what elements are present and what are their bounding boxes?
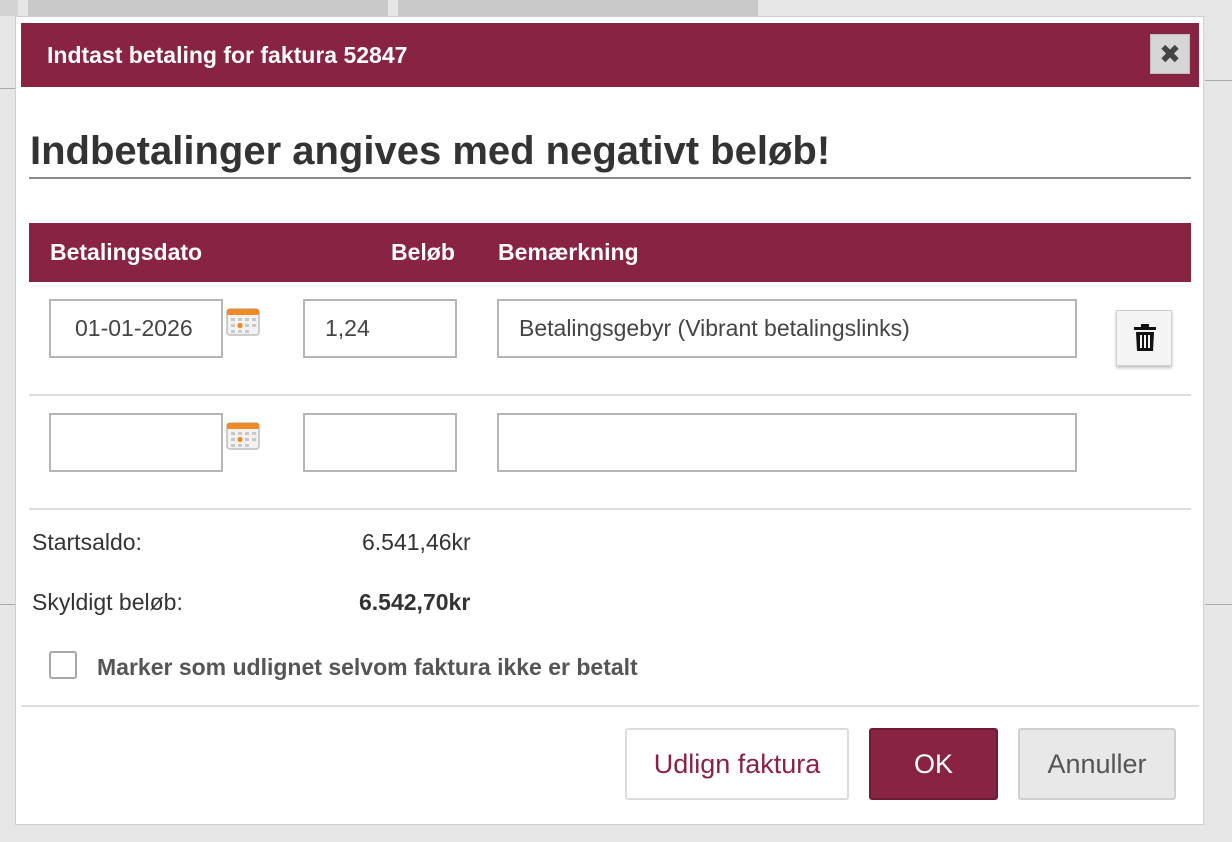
amount-owed-value: 6.542,70kr <box>359 589 471 615</box>
amount-owed-label: Skyldigt beløb: <box>32 589 183 615</box>
close-button[interactable]: ✖ <box>1150 34 1190 74</box>
background-tab <box>0 0 18 16</box>
heading-divider <box>29 177 1191 179</box>
dialog-titlebar: Indtast betaling for faktura 52847 ✖ <box>21 23 1199 87</box>
footer-divider <box>21 705 1199 707</box>
ok-button[interactable]: OK <box>869 728 998 800</box>
column-header-date: Betalingsdato <box>50 239 203 265</box>
background-tab <box>28 0 388 16</box>
column-header-note: Bemærkning <box>498 239 639 265</box>
start-balance-value: 6.541,46kr <box>362 529 471 555</box>
background-divider <box>1205 80 1232 81</box>
cancel-button[interactable]: Annuller <box>1018 728 1176 800</box>
background-divider <box>0 88 15 89</box>
delete-row-button[interactable] <box>1116 310 1172 366</box>
background-tab <box>398 0 758 16</box>
mark-settled-label[interactable]: Marker som udlignet selvom faktura ikke … <box>97 654 638 681</box>
payment-date-input[interactable] <box>49 413 223 472</box>
settle-invoice-button[interactable]: Udlign faktura <box>625 728 849 800</box>
payment-amount-input[interactable] <box>303 413 457 472</box>
background-divider <box>0 604 15 605</box>
mark-settled-checkbox[interactable] <box>49 651 77 679</box>
payment-date-input[interactable] <box>49 299 223 358</box>
trash-icon <box>1134 324 1156 351</box>
page-heading: Indbetalinger angives med negativt beløb… <box>30 129 831 173</box>
row-divider <box>29 394 1191 396</box>
calendar-icon[interactable] <box>226 306 260 336</box>
payment-note-input[interactable] <box>497 299 1077 358</box>
close-icon: ✖ <box>1159 39 1181 69</box>
payment-note-input[interactable] <box>497 413 1077 472</box>
payment-amount-input[interactable] <box>303 299 457 358</box>
dialog-title: Indtast betaling for faktura 52847 <box>47 42 408 68</box>
column-header-amount: Beløb <box>391 239 455 265</box>
start-balance-label: Startsaldo: <box>32 529 142 555</box>
payment-dialog: Indtast betaling for faktura 52847 ✖ Ind… <box>15 16 1204 825</box>
background-divider <box>1205 604 1232 605</box>
row-divider <box>29 508 1191 510</box>
calendar-icon[interactable] <box>226 420 260 450</box>
payments-table-header: Betalingsdato Beløb Bemærkning <box>29 223 1191 282</box>
